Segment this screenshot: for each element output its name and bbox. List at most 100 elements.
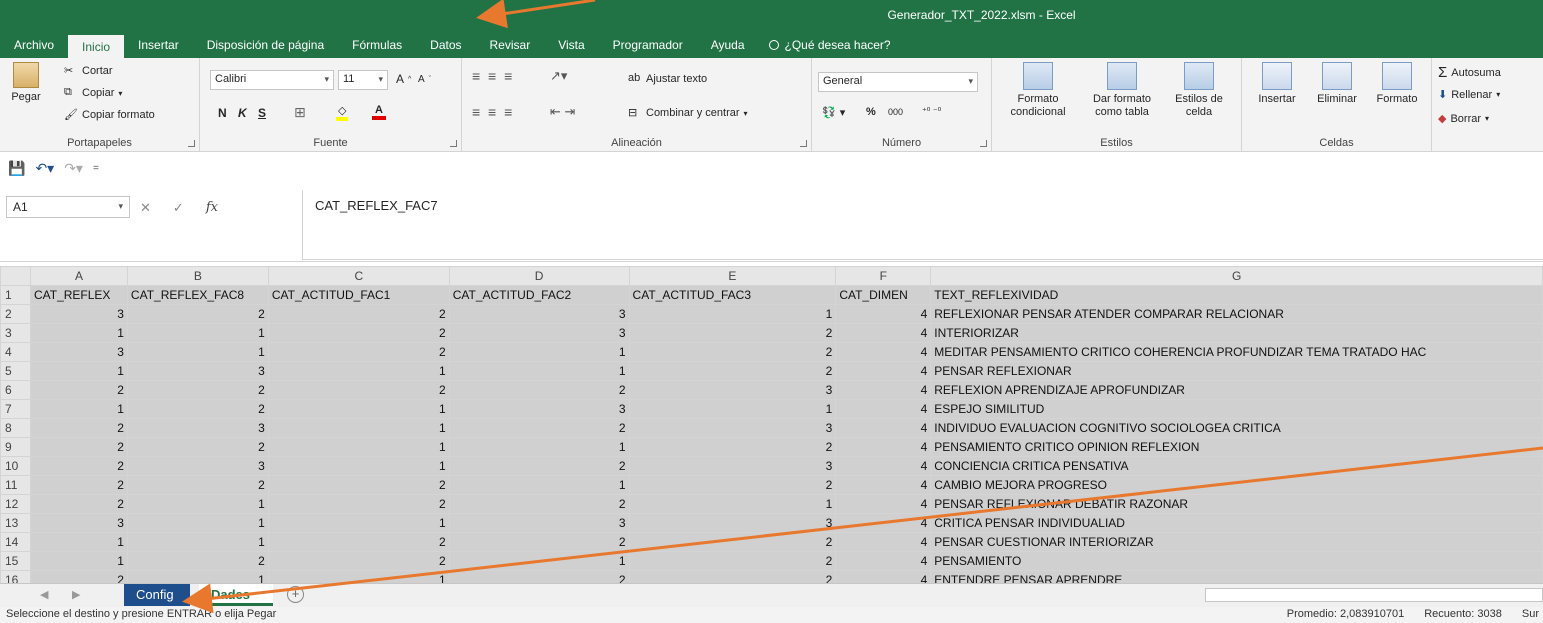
cell[interactable]: 1: [267, 437, 450, 457]
row-header[interactable]: 12: [0, 494, 31, 514]
cell[interactable]: 2: [628, 361, 837, 381]
font-name-select[interactable]: Calibri ▾: [210, 70, 334, 90]
cell[interactable]: 2: [267, 551, 450, 571]
cell[interactable]: PENSAR REFLEXIONAR: [930, 361, 1543, 381]
cell[interactable]: 3: [29, 513, 128, 533]
cell[interactable]: 1: [29, 399, 128, 419]
fill-button[interactable]: ⬇ Rellenar ▾: [1438, 88, 1500, 102]
cell[interactable]: 1: [126, 513, 269, 533]
horizontal-scrollbar[interactable]: [1205, 588, 1543, 602]
font-launcher[interactable]: [450, 140, 457, 147]
cell[interactable]: 4: [835, 437, 932, 457]
cell[interactable]: 2: [267, 532, 450, 552]
cell[interactable]: 1: [267, 456, 450, 476]
cell[interactable]: 2: [126, 437, 269, 457]
format-cells-button[interactable]: Formato: [1368, 62, 1426, 106]
row-header[interactable]: 7: [0, 399, 31, 419]
cell[interactable]: 4: [835, 456, 932, 476]
borders-button[interactable]: ⊞: [294, 104, 306, 121]
row-header[interactable]: 8: [0, 418, 31, 438]
cell[interactable]: PENSAMIENTO: [930, 551, 1543, 571]
currency-button[interactable]: 💱 ▾: [822, 106, 845, 119]
row-header[interactable]: 5: [0, 361, 31, 381]
cell[interactable]: 4: [835, 532, 932, 552]
confirm-formula-icon[interactable]: ✓: [173, 200, 184, 216]
cell[interactable]: CAT_ACTITUD_FAC2: [448, 285, 630, 305]
cell[interactable]: 2: [628, 532, 837, 552]
cell[interactable]: PENSAMIENTO CRITICO OPINION REFLEXION: [930, 437, 1543, 457]
save-icon[interactable]: 💾: [8, 160, 25, 177]
cell[interactable]: 1: [29, 551, 128, 571]
format-painter-button[interactable]: 🖌 Copiar formato: [64, 108, 155, 122]
tell-me-search[interactable]: ¿Qué desea hacer?: [759, 32, 905, 58]
formula-input[interactable]: CAT_REFLEX_FAC7: [302, 190, 1543, 260]
cell[interactable]: 1: [267, 399, 450, 419]
underline-button[interactable]: S: [258, 106, 266, 120]
insert-cells-button[interactable]: Insertar: [1248, 62, 1306, 106]
cell[interactable]: 1: [126, 494, 269, 514]
tab-programador[interactable]: Programador: [599, 32, 697, 58]
row-header[interactable]: 16: [0, 570, 31, 583]
cell[interactable]: 2: [267, 323, 450, 343]
cell[interactable]: 1: [628, 494, 837, 514]
cell[interactable]: 4: [835, 570, 932, 583]
cell[interactable]: 2: [267, 494, 450, 514]
cell[interactable]: 2: [448, 380, 630, 400]
customize-qat-icon[interactable]: =: [93, 163, 99, 174]
cell[interactable]: 4: [835, 475, 932, 495]
cell[interactable]: 1: [29, 323, 128, 343]
format-as-table-button[interactable]: Dar formato como tabla: [1084, 62, 1160, 119]
cell[interactable]: MEDITAR PENSAMIENTO CRITICO COHERENCIA P…: [930, 342, 1543, 362]
cell[interactable]: INTERIORIZAR: [930, 323, 1543, 343]
cell[interactable]: PENSAR CUESTIONAR INTERIORIZAR: [930, 532, 1543, 552]
row-header[interactable]: 4: [0, 342, 31, 362]
insert-function-icon[interactable]: fx: [206, 200, 218, 216]
thousands-button[interactable]: 000: [888, 107, 903, 117]
cut-button[interactable]: ✂ Cortar: [64, 64, 113, 78]
cell[interactable]: 4: [835, 494, 932, 514]
cell[interactable]: 2: [628, 475, 837, 495]
cell[interactable]: 3: [628, 380, 837, 400]
font-color-button[interactable]: A: [372, 104, 386, 120]
cell[interactable]: 1: [448, 551, 630, 571]
cell[interactable]: INDIVIDUO EVALUACION COGNITIVO SOCIOLOGE…: [930, 418, 1543, 438]
column-header[interactable]: D: [448, 266, 630, 286]
cell[interactable]: TEXT_REFLEXIVIDAD: [930, 285, 1543, 305]
clear-button[interactable]: ◆ Borrar ▾: [1438, 112, 1489, 126]
row-header[interactable]: 11: [0, 475, 31, 495]
tab-revisar[interactable]: Revisar: [476, 32, 545, 58]
cell[interactable]: 4: [835, 361, 932, 381]
cell[interactable]: REFLEXION APRENDIZAJE APROFUNDIZAR: [930, 380, 1543, 400]
cell[interactable]: 1: [126, 323, 269, 343]
cell[interactable]: 3: [448, 304, 630, 324]
row-header[interactable]: 6: [0, 380, 31, 400]
delete-cells-button[interactable]: Eliminar: [1308, 62, 1366, 106]
cell[interactable]: 2: [126, 399, 269, 419]
column-header[interactable]: C: [267, 266, 450, 286]
cell[interactable]: 3: [29, 304, 128, 324]
indent-buttons[interactable]: ⇤ ⇥: [550, 104, 575, 120]
cell[interactable]: 1: [29, 361, 128, 381]
cell[interactable]: 4: [835, 323, 932, 343]
cell[interactable]: 2: [628, 551, 837, 571]
fill-color-button[interactable]: ◇: [336, 104, 349, 121]
row-header[interactable]: 2: [0, 304, 31, 324]
column-header[interactable]: B: [126, 266, 269, 286]
cell[interactable]: CRITICA PENSAR INDIVIDUALIAD: [930, 513, 1543, 533]
cell[interactable]: 3: [29, 342, 128, 362]
bold-button[interactable]: N: [218, 106, 227, 120]
cell[interactable]: CAT_ACTITUD_FAC1: [267, 285, 450, 305]
cell[interactable]: 2: [126, 475, 269, 495]
number-format-select[interactable]: General ▾: [818, 72, 978, 92]
cell[interactable]: 4: [835, 380, 932, 400]
cell[interactable]: 2: [267, 342, 450, 362]
row-header[interactable]: 13: [0, 513, 31, 533]
cell[interactable]: 1: [448, 361, 630, 381]
tab-datos[interactable]: Datos: [416, 32, 475, 58]
cell[interactable]: 1: [448, 475, 630, 495]
cell[interactable]: 1: [126, 570, 269, 583]
cell[interactable]: 2: [448, 570, 630, 583]
cell[interactable]: 3: [126, 456, 269, 476]
cell[interactable]: 4: [835, 418, 932, 438]
cell[interactable]: 2: [448, 532, 630, 552]
